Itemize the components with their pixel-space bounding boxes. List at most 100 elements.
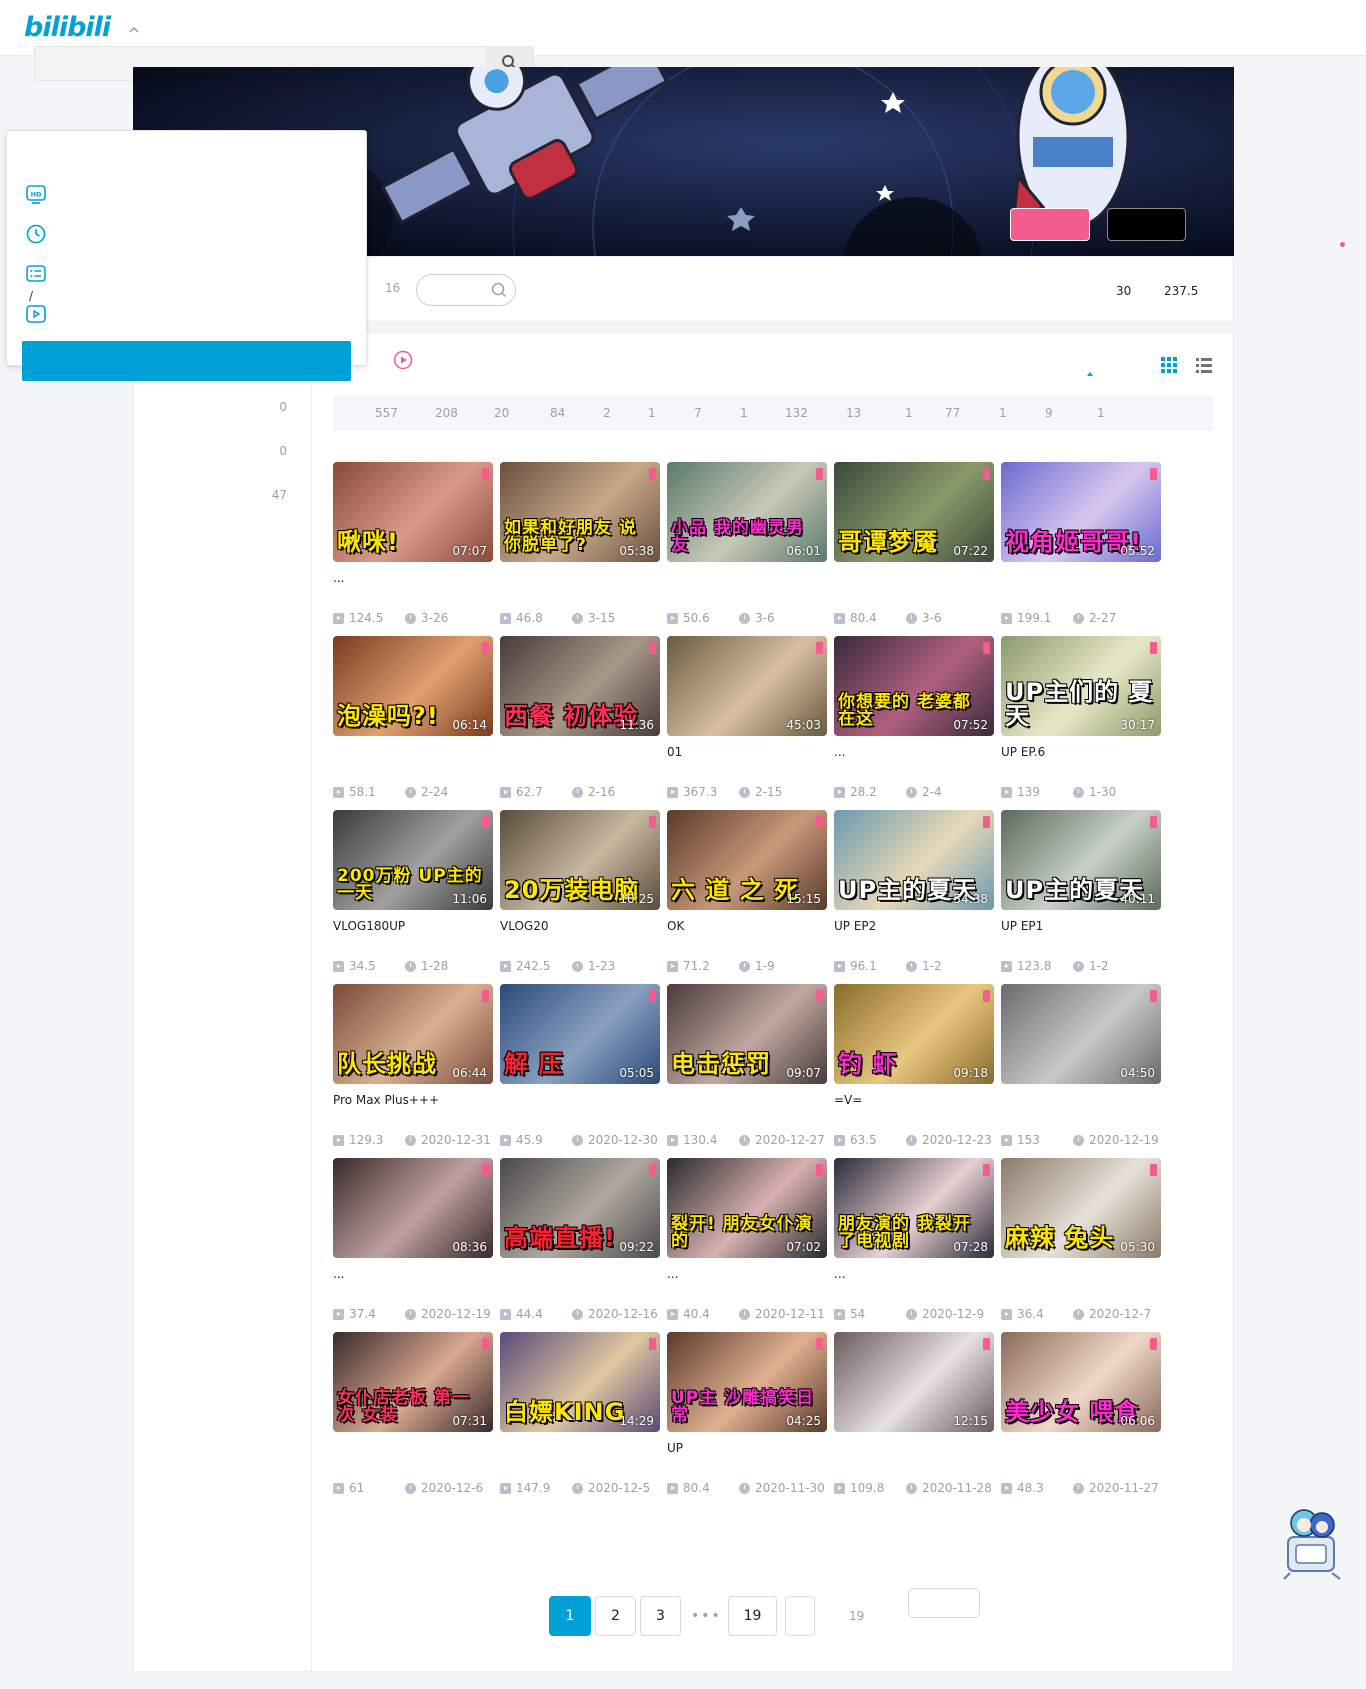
- video-title[interactable]: ...: [834, 1267, 994, 1285]
- tag-filter[interactable]: 208: [435, 406, 458, 420]
- popup-action-button[interactable]: [22, 341, 351, 381]
- video-thumbnail[interactable]: 如果和好朋友 说 你脱单了? 05:38: [500, 462, 660, 562]
- video-title[interactable]: UP EP2: [834, 919, 994, 937]
- tag-filter[interactable]: 1: [740, 406, 748, 420]
- video-thumbnail[interactable]: 白嫖KING 14:29: [500, 1332, 660, 1432]
- video-title[interactable]: [1001, 571, 1161, 589]
- video-title[interactable]: OK: [667, 919, 827, 937]
- video-card[interactable]: 45:03 01 367.3 2-15: [667, 636, 827, 808]
- video-thumbnail[interactable]: 哥谭梦魇 07:22: [834, 462, 994, 562]
- video-card[interactable]: 美少女 喂食 06:06 48.3 2020-11-27: [1001, 1332, 1161, 1504]
- video-title[interactable]: =V=: [834, 1093, 994, 1111]
- video-card[interactable]: 队长挑战 06:44 Pro Max Plus+++ 129.3 2020-12-31: [333, 984, 493, 1156]
- video-thumbnail[interactable]: 美少女 喂食 06:06: [1001, 1332, 1161, 1432]
- video-thumbnail[interactable]: 钓 虾 09:18: [834, 984, 994, 1084]
- video-card[interactable]: 08:36... 37.4 2020-12-19: [333, 1158, 493, 1330]
- tag-filter[interactable]: 77: [945, 406, 960, 420]
- video-card[interactable]: 视角姬哥哥! 05:52 199.1 2-27: [1001, 462, 1161, 634]
- tag-filter[interactable]: 1: [648, 406, 656, 420]
- tag-filter[interactable]: 13: [846, 406, 861, 420]
- video-title[interactable]: [667, 571, 827, 589]
- video-card[interactable]: UP主 沙雕搞笑日常 04:25 UP 80.4 2020-11-30: [667, 1332, 827, 1504]
- video-thumbnail[interactable]: 你想要的 老婆都在这 07:52: [834, 636, 994, 736]
- video-card[interactable]: UP主的夏天 54:38 UP EP2 96.1 1-2: [834, 810, 994, 982]
- video-card[interactable]: 电击惩罚 09:07 130.4 2020-12-27: [667, 984, 827, 1156]
- video-thumbnail[interactable]: 高端直播! 09:22: [500, 1158, 660, 1258]
- list-view-icon[interactable]: [1196, 357, 1212, 377]
- follower-count[interactable]: 237.5: [1164, 284, 1198, 298]
- video-card[interactable]: 如果和好朋友 说 你脱单了? 05:38 46.8 3-15: [500, 462, 660, 634]
- page-button-3[interactable]: 3: [640, 1596, 681, 1636]
- video-title[interactable]: [500, 745, 660, 763]
- video-title[interactable]: UP EP.6: [1001, 745, 1161, 763]
- video-title[interactable]: Pro Max Plus+++: [333, 1093, 493, 1111]
- video-title[interactable]: UP: [667, 1441, 827, 1459]
- video-card[interactable]: 哥谭梦魇 07:22 80.4 3-6: [834, 462, 994, 634]
- video-title[interactable]: [333, 1441, 493, 1459]
- page-button-2[interactable]: 2: [595, 1596, 636, 1636]
- video-thumbnail[interactable]: 六 道 之 死 15:15: [667, 810, 827, 910]
- video-title[interactable]: [500, 1441, 660, 1459]
- video-card[interactable]: 裂开! 朋友女仆演的 07:02... 40.4 2020-12-11: [667, 1158, 827, 1330]
- video-card[interactable]: 高端直播! 09:22 44.4 2020-12-16: [500, 1158, 660, 1330]
- tag-filter[interactable]: 9: [1045, 406, 1053, 420]
- video-thumbnail[interactable]: 啾咪! 07:07: [333, 462, 493, 562]
- video-card[interactable]: UP主们的 夏天 30:17 UP EP.6 139 1-30: [1001, 636, 1161, 808]
- video-title[interactable]: UP EP1: [1001, 919, 1161, 937]
- video-thumbnail[interactable]: 解 压 05:05: [500, 984, 660, 1084]
- video-thumbnail[interactable]: UP主 沙雕搞笑日常 04:25: [667, 1332, 827, 1432]
- follow-button[interactable]: [1010, 208, 1090, 241]
- list-icon[interactable]: [25, 263, 47, 285]
- tag-filter[interactable]: 1: [1097, 406, 1105, 420]
- mascot-widget[interactable]: [1282, 1503, 1344, 1583]
- video-title[interactable]: [333, 745, 493, 763]
- video-title[interactable]: VLOG20: [500, 919, 660, 937]
- video-thumbnail[interactable]: 女仆店老板 第一次 女装 07:31: [333, 1332, 493, 1432]
- video-thumbnail[interactable]: UP主们的 夏天 30:17: [1001, 636, 1161, 736]
- video-play-icon[interactable]: [25, 303, 47, 325]
- clock-icon[interactable]: [25, 223, 47, 245]
- video-title[interactable]: [1001, 1093, 1161, 1111]
- video-card[interactable]: 女仆店老板 第一次 女装 07:31 61 2020-12-6: [333, 1332, 493, 1504]
- video-card[interactable]: 12:15 109.8 2020-11-28: [834, 1332, 994, 1504]
- hd-icon[interactable]: HD: [25, 183, 47, 205]
- video-thumbnail[interactable]: 西餐 初体验 11:36: [500, 636, 660, 736]
- video-thumbnail[interactable]: 12:15: [834, 1332, 994, 1432]
- video-thumbnail[interactable]: 视角姬哥哥! 05:52: [1001, 462, 1161, 562]
- video-title[interactable]: [667, 1093, 827, 1111]
- video-card[interactable]: 啾咪! 07:07... 124.5 3-26: [333, 462, 493, 634]
- video-thumbnail[interactable]: UP主的夏天 54:38: [834, 810, 994, 910]
- video-thumbnail[interactable]: UP主的夏天 40:11: [1001, 810, 1161, 910]
- tag-filter[interactable]: 1: [905, 406, 913, 420]
- video-card[interactable]: 六 道 之 死 15:15 OK 71.2 1-9: [667, 810, 827, 982]
- video-thumbnail[interactable]: 小品 我的幽灵男友 06:01: [667, 462, 827, 562]
- video-card[interactable]: UP主的夏天 40:11 UP EP1 123.8 1-2: [1001, 810, 1161, 982]
- tag-filter[interactable]: 1: [999, 406, 1007, 420]
- video-card[interactable]: 20万装电脑 10:25 VLOG20 242.5 1-23: [500, 810, 660, 982]
- video-thumbnail[interactable]: 朋友演的 我裂开了电视剧 07:28: [834, 1158, 994, 1258]
- video-thumbnail[interactable]: 麻辣 兔头 05:30: [1001, 1158, 1161, 1258]
- video-title[interactable]: [1001, 1267, 1161, 1285]
- video-thumbnail[interactable]: 泡澡吗?! 06:14: [333, 636, 493, 736]
- following-count[interactable]: 30: [1116, 284, 1131, 298]
- tag-filter[interactable]: 2: [603, 406, 611, 420]
- video-title[interactable]: [500, 1093, 660, 1111]
- video-thumbnail[interactable]: 45:03: [667, 636, 827, 736]
- tag-filter[interactable]: 557: [375, 406, 398, 420]
- video-title[interactable]: [834, 571, 994, 589]
- next-page-button[interactable]: [785, 1596, 815, 1636]
- video-card[interactable]: 04:50 153 2020-12-19: [1001, 984, 1161, 1156]
- video-title[interactable]: ...: [834, 745, 994, 763]
- video-title[interactable]: 01: [667, 745, 827, 763]
- video-card[interactable]: 200万粉 UP主的一天 11:06 VLOG180UP 34.5 1-28: [333, 810, 493, 982]
- tag-filter[interactable]: 132: [785, 406, 808, 420]
- video-thumbnail[interactable]: 08:36: [333, 1158, 493, 1258]
- message-button[interactable]: [1107, 208, 1186, 241]
- tag-filter[interactable]: 7: [694, 406, 702, 420]
- video-title[interactable]: [834, 1441, 994, 1459]
- chevron-up-icon[interactable]: [128, 24, 140, 36]
- video-thumbnail[interactable]: 04:50: [1001, 984, 1161, 1084]
- grid-view-icon[interactable]: [1161, 357, 1177, 377]
- page-jump-input[interactable]: [908, 1588, 980, 1618]
- tag-filter[interactable]: 84: [550, 406, 565, 420]
